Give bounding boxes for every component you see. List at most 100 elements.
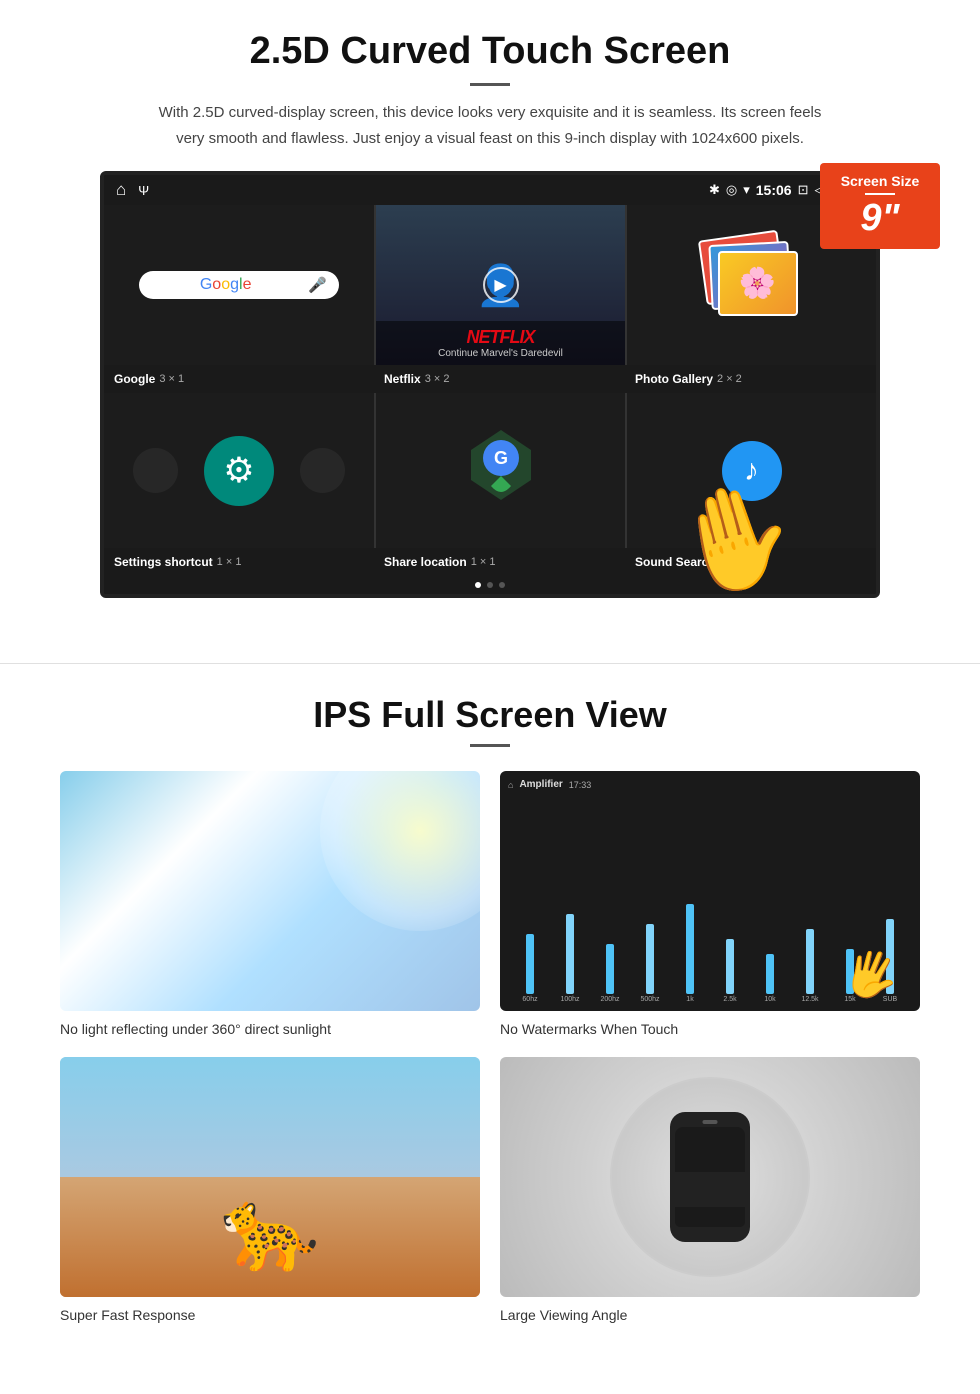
viewing-angle-label: Large Viewing Angle — [500, 1307, 920, 1323]
flower-image: 🌸 — [739, 266, 776, 301]
cheetah-image: 🐆 — [60, 1057, 480, 1297]
sunlight-bg — [60, 771, 480, 1011]
feature-grid: No light reflecting under 360° direct su… — [60, 771, 920, 1323]
feature-watermarks: ⌂ Amplifier 17:33 60hz 100hz — [500, 771, 920, 1037]
eq-bar-100: 100hz — [552, 914, 588, 1003]
eq-label: 500hz — [640, 996, 659, 1003]
badge-size: 9" — [860, 197, 899, 239]
dot-3 — [499, 582, 505, 588]
play-button[interactable]: ▶ — [483, 267, 519, 303]
share-label: Share location 1 × 1 — [374, 552, 625, 572]
google-app-size: 3 × 1 — [159, 373, 184, 385]
cheetah-emoji: 🐆 — [220, 1183, 320, 1277]
amp-title: Amplifier — [519, 779, 562, 790]
netflix-app-size: 3 × 2 — [425, 373, 450, 385]
sound-search-cell[interactable]: ♪ — [627, 393, 876, 548]
google-app-cell[interactable]: Google 🎤 — [104, 205, 374, 365]
ghost-circle-1 — [133, 448, 178, 493]
eq-bar-60: 60hz — [512, 934, 548, 1003]
feature-sunlight: No light reflecting under 360° direct su… — [60, 771, 480, 1037]
home-icon-amp: ⌂ — [508, 780, 513, 790]
eq-bar-2-5k: 2.5k — [712, 939, 748, 1003]
eq-label: 1k — [686, 996, 693, 1003]
badge-title: Screen Size — [828, 173, 932, 189]
eq-bar — [646, 924, 654, 994]
section2-title: IPS Full Screen View — [60, 694, 920, 736]
gallery-app-name: Photo Gallery — [635, 372, 713, 386]
car-bg — [500, 1057, 920, 1297]
eq-label: 12.5k — [801, 996, 818, 1003]
netflix-overlay: NETFLIX Continue Marvel's Daredevil — [376, 321, 625, 365]
mic-icon: 🎤 — [308, 276, 327, 294]
sun-glow — [320, 771, 480, 931]
app-labels-top: Google 3 × 1 Netflix 3 × 2 Photo Gallery… — [104, 365, 876, 393]
netflix-label: Netflix 3 × 2 — [374, 369, 625, 389]
eq-label: 60hz — [522, 996, 537, 1003]
netflix-app-name: Netflix — [384, 372, 421, 386]
eq-label: 100hz — [560, 996, 579, 1003]
eq-label: 15k — [844, 996, 855, 1003]
settings-app-name: Settings shortcut — [114, 555, 213, 569]
share-location-cell[interactable]: G — [376, 393, 625, 548]
eq-bar — [806, 929, 814, 994]
eq-bar-1k: 1k — [672, 904, 708, 1003]
netflix-app-cell[interactable]: 👤 ▶ NETFLIX Continue Marvel's Daredevil — [376, 205, 625, 365]
settings-icon: ⚙ — [204, 436, 274, 506]
google-search-bar[interactable]: Google 🎤 — [139, 271, 339, 299]
google-app-name: Google — [114, 372, 155, 386]
screen-size-badge: Screen Size 9" — [820, 163, 940, 249]
eq-bar-12-5k: 12.5k — [792, 929, 828, 1003]
badge-divider — [865, 193, 895, 195]
bluetooth-icon: ✱ — [709, 182, 720, 198]
sound-app-size: 1 × 1 — [720, 556, 745, 568]
settings-label: Settings shortcut 1 × 1 — [104, 552, 374, 572]
eq-label: 200hz — [600, 996, 619, 1003]
svg-text:G: G — [493, 448, 507, 468]
eq-bar-500: 500hz — [632, 924, 668, 1003]
car-image — [500, 1057, 920, 1297]
status-time: 15:06 — [756, 182, 792, 198]
google-label: Google 3 × 1 — [104, 369, 374, 389]
camera-icon: ⊡ — [798, 182, 809, 198]
share-app-name: Share location — [384, 555, 467, 569]
eq-bar-10k: 10k — [752, 954, 788, 1003]
section2-divider — [470, 744, 510, 747]
feature-viewing-angle: Large Viewing Angle — [500, 1057, 920, 1323]
ghost-circle-3 — [300, 448, 345, 493]
section-ips: IPS Full Screen View No light reflecting… — [0, 694, 980, 1353]
dot-1 — [475, 582, 481, 588]
sound-icon: ♪ — [722, 441, 782, 501]
cheetah-bg: 🐆 — [60, 1057, 480, 1297]
wifi-icon: ▾ — [743, 182, 750, 198]
eq-bar-200: 200hz — [592, 944, 628, 1003]
device-mockup: Screen Size 9" ⌂ Ψ ✱ ◎ ▾ 15:06 ⊡ ◁) ⊠ ▭ — [100, 171, 880, 598]
app-labels-bottom: Settings shortcut 1 × 1 Share location 1… — [104, 548, 876, 576]
status-bar: ⌂ Ψ ✱ ◎ ▾ 15:06 ⊡ ◁) ⊠ ▭ — [104, 175, 876, 205]
netflix-subtitle: Continue Marvel's Daredevil — [384, 348, 617, 359]
sunlight-label: No light reflecting under 360° direct su… — [60, 1021, 480, 1037]
eq-bar — [566, 914, 574, 994]
photo-card-3: 🌸 — [718, 251, 798, 316]
app-grid-top: Google 🎤 👤 ▶ NETFLIX Continue M — [104, 205, 876, 365]
photo-stack: 🌸 — [702, 235, 802, 335]
netflix-logo: NETFLIX — [384, 327, 617, 348]
eq-bar — [686, 904, 694, 994]
sound-label: Sound Search 1 × 1 — [625, 552, 876, 572]
settings-app-cell[interactable]: ⚙ — [104, 393, 374, 548]
home-icon: ⌂ — [116, 180, 126, 200]
sound-app-name: Sound Search — [635, 555, 716, 569]
usb-icon: Ψ — [138, 183, 149, 198]
eq-bar — [766, 954, 774, 994]
settings-app-size: 1 × 1 — [217, 556, 242, 568]
title-divider — [470, 83, 510, 86]
app-grid-bottom: ⚙ G ♪ — [104, 393, 876, 548]
eq-bar — [526, 934, 534, 994]
progress-dots — [104, 576, 876, 594]
eq-bar — [606, 944, 614, 994]
watermarks-label: No Watermarks When Touch — [500, 1021, 920, 1037]
dot-2 — [487, 582, 493, 588]
fast-response-label: Super Fast Response — [60, 1307, 480, 1323]
eq-label: 2.5k — [723, 996, 736, 1003]
gallery-label: Photo Gallery 2 × 2 — [625, 369, 876, 389]
amp-topbar: ⌂ Amplifier 17:33 — [508, 779, 912, 790]
